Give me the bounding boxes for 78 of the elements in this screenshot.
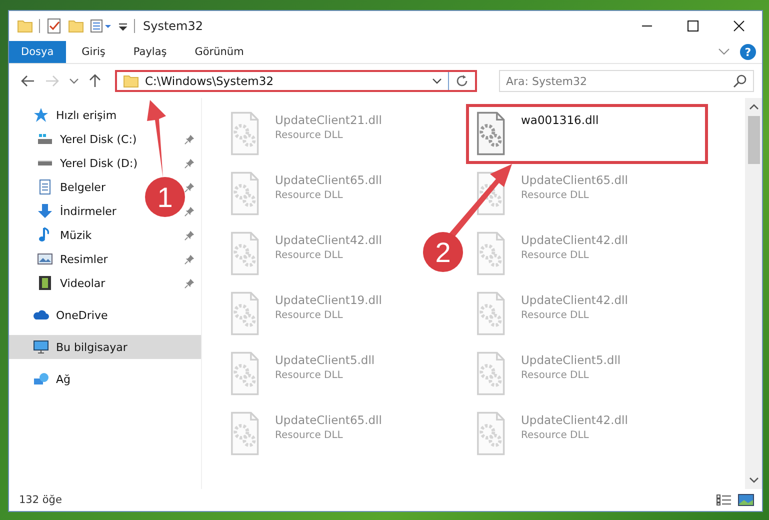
scroll-down-icon[interactable] (748, 477, 758, 483)
ribbon-tab[interactable]: Dosya (9, 41, 66, 63)
sidebar-item[interactable]: Belgeler (9, 175, 112, 199)
file-name: UpdateClient19.dll (275, 293, 382, 307)
back-arrow-icon[interactable] (21, 75, 35, 87)
address-bar[interactable]: C:\Windows\System32 (115, 70, 477, 92)
chevron-down-icon[interactable] (432, 78, 442, 84)
details-view-icon[interactable] (716, 494, 732, 506)
monitor-icon (33, 339, 49, 355)
search-field[interactable]: Ara: System32 (499, 70, 754, 92)
step-badge: 1 (145, 177, 185, 217)
file-type: Resource DLL (275, 250, 344, 261)
ribbon-tab[interactable]: Görünüm (182, 41, 256, 63)
search-icon[interactable] (733, 74, 747, 88)
file-name: UpdateClient65.dll (521, 173, 628, 187)
sidebar-item[interactable]: Müzik (9, 223, 98, 247)
item-count: 132 öğe (19, 494, 62, 506)
sidebar-item[interactable]: OneDrive (9, 303, 114, 327)
sidebar-item[interactable]: Videolar (9, 271, 112, 295)
pin-icon[interactable] (184, 158, 195, 168)
file-type: Resource DLL (521, 370, 590, 381)
file-name: wa001316.dll (521, 113, 599, 127)
file-name: UpdateClient42.dll (521, 293, 628, 307)
sidebar-item[interactable]: Hızlı erişim (9, 103, 123, 127)
file-name: UpdateClient42.dll (521, 233, 628, 247)
file-name: UpdateClient21.dll (275, 113, 382, 127)
sidebar-item[interactable]: Resimler (9, 247, 114, 271)
network-icon (33, 371, 49, 387)
file-type: Resource DLL (521, 190, 590, 201)
drive-icon (37, 131, 53, 147)
pin-icon[interactable] (184, 230, 195, 240)
film-icon (37, 275, 53, 291)
file-type: Resource DLL (275, 130, 344, 141)
file-item[interactable]: wa001316.dll (466, 104, 708, 164)
window-title: System32 (143, 19, 204, 33)
sidebar-item[interactable]: Yerel Disk (C:) (9, 127, 143, 151)
step-badge: 2 (423, 232, 463, 272)
properties-icon[interactable] (90, 18, 112, 34)
star-icon (33, 107, 49, 123)
pin-icon[interactable] (184, 278, 195, 288)
picture-icon (37, 251, 53, 267)
file-name: UpdateClient42.dll (521, 413, 628, 427)
file-name: UpdateClient42.dll (275, 233, 382, 247)
sidebar-item[interactable]: Ağ (9, 367, 77, 391)
pin-icon[interactable] (184, 206, 195, 216)
file-name: UpdateClient65.dll (275, 173, 382, 187)
folder-icon (123, 73, 139, 89)
maximize-icon[interactable] (687, 20, 699, 32)
file-type: Resource DLL (275, 310, 344, 321)
scroll-up-icon[interactable] (748, 104, 758, 110)
sidebar-item[interactable]: Bu bilgisayar (9, 335, 201, 359)
up-arrow-icon[interactable] (89, 74, 101, 88)
file-type: Resource DLL (275, 190, 344, 201)
file-type: Resource DLL (275, 370, 344, 381)
scrollbar[interactable] (745, 98, 762, 489)
ribbon-tab[interactable]: Paylaş (121, 41, 179, 63)
close-icon[interactable] (733, 20, 745, 32)
scroll-thumb[interactable] (748, 116, 760, 164)
file-type: Resource DLL (521, 430, 590, 441)
file-type: Resource DLL (275, 430, 344, 441)
file-name: UpdateClient5.dll (521, 353, 621, 367)
file-type: Resource DLL (521, 310, 590, 321)
sidebar-item[interactable]: Yerel Disk (D:) (9, 151, 144, 175)
checklist-icon[interactable] (46, 18, 62, 34)
ribbon-tab[interactable]: Giriş (70, 41, 118, 63)
file-name: UpdateClient65.dll (275, 413, 382, 427)
help-button[interactable]: ? (740, 44, 756, 60)
tiles-view-icon[interactable] (738, 494, 754, 506)
chevron-down-icon[interactable] (69, 78, 79, 84)
refresh-icon[interactable] (455, 74, 469, 88)
file-type: Resource DLL (521, 250, 590, 261)
pin-icon[interactable] (184, 134, 195, 144)
document-icon (37, 179, 53, 195)
download-arrow-icon (37, 203, 53, 219)
file-name: UpdateClient5.dll (275, 353, 375, 367)
sidebar-item[interactable]: İndirmeler (9, 199, 122, 223)
pin-icon[interactable] (184, 182, 195, 192)
pin-icon[interactable] (184, 254, 195, 264)
